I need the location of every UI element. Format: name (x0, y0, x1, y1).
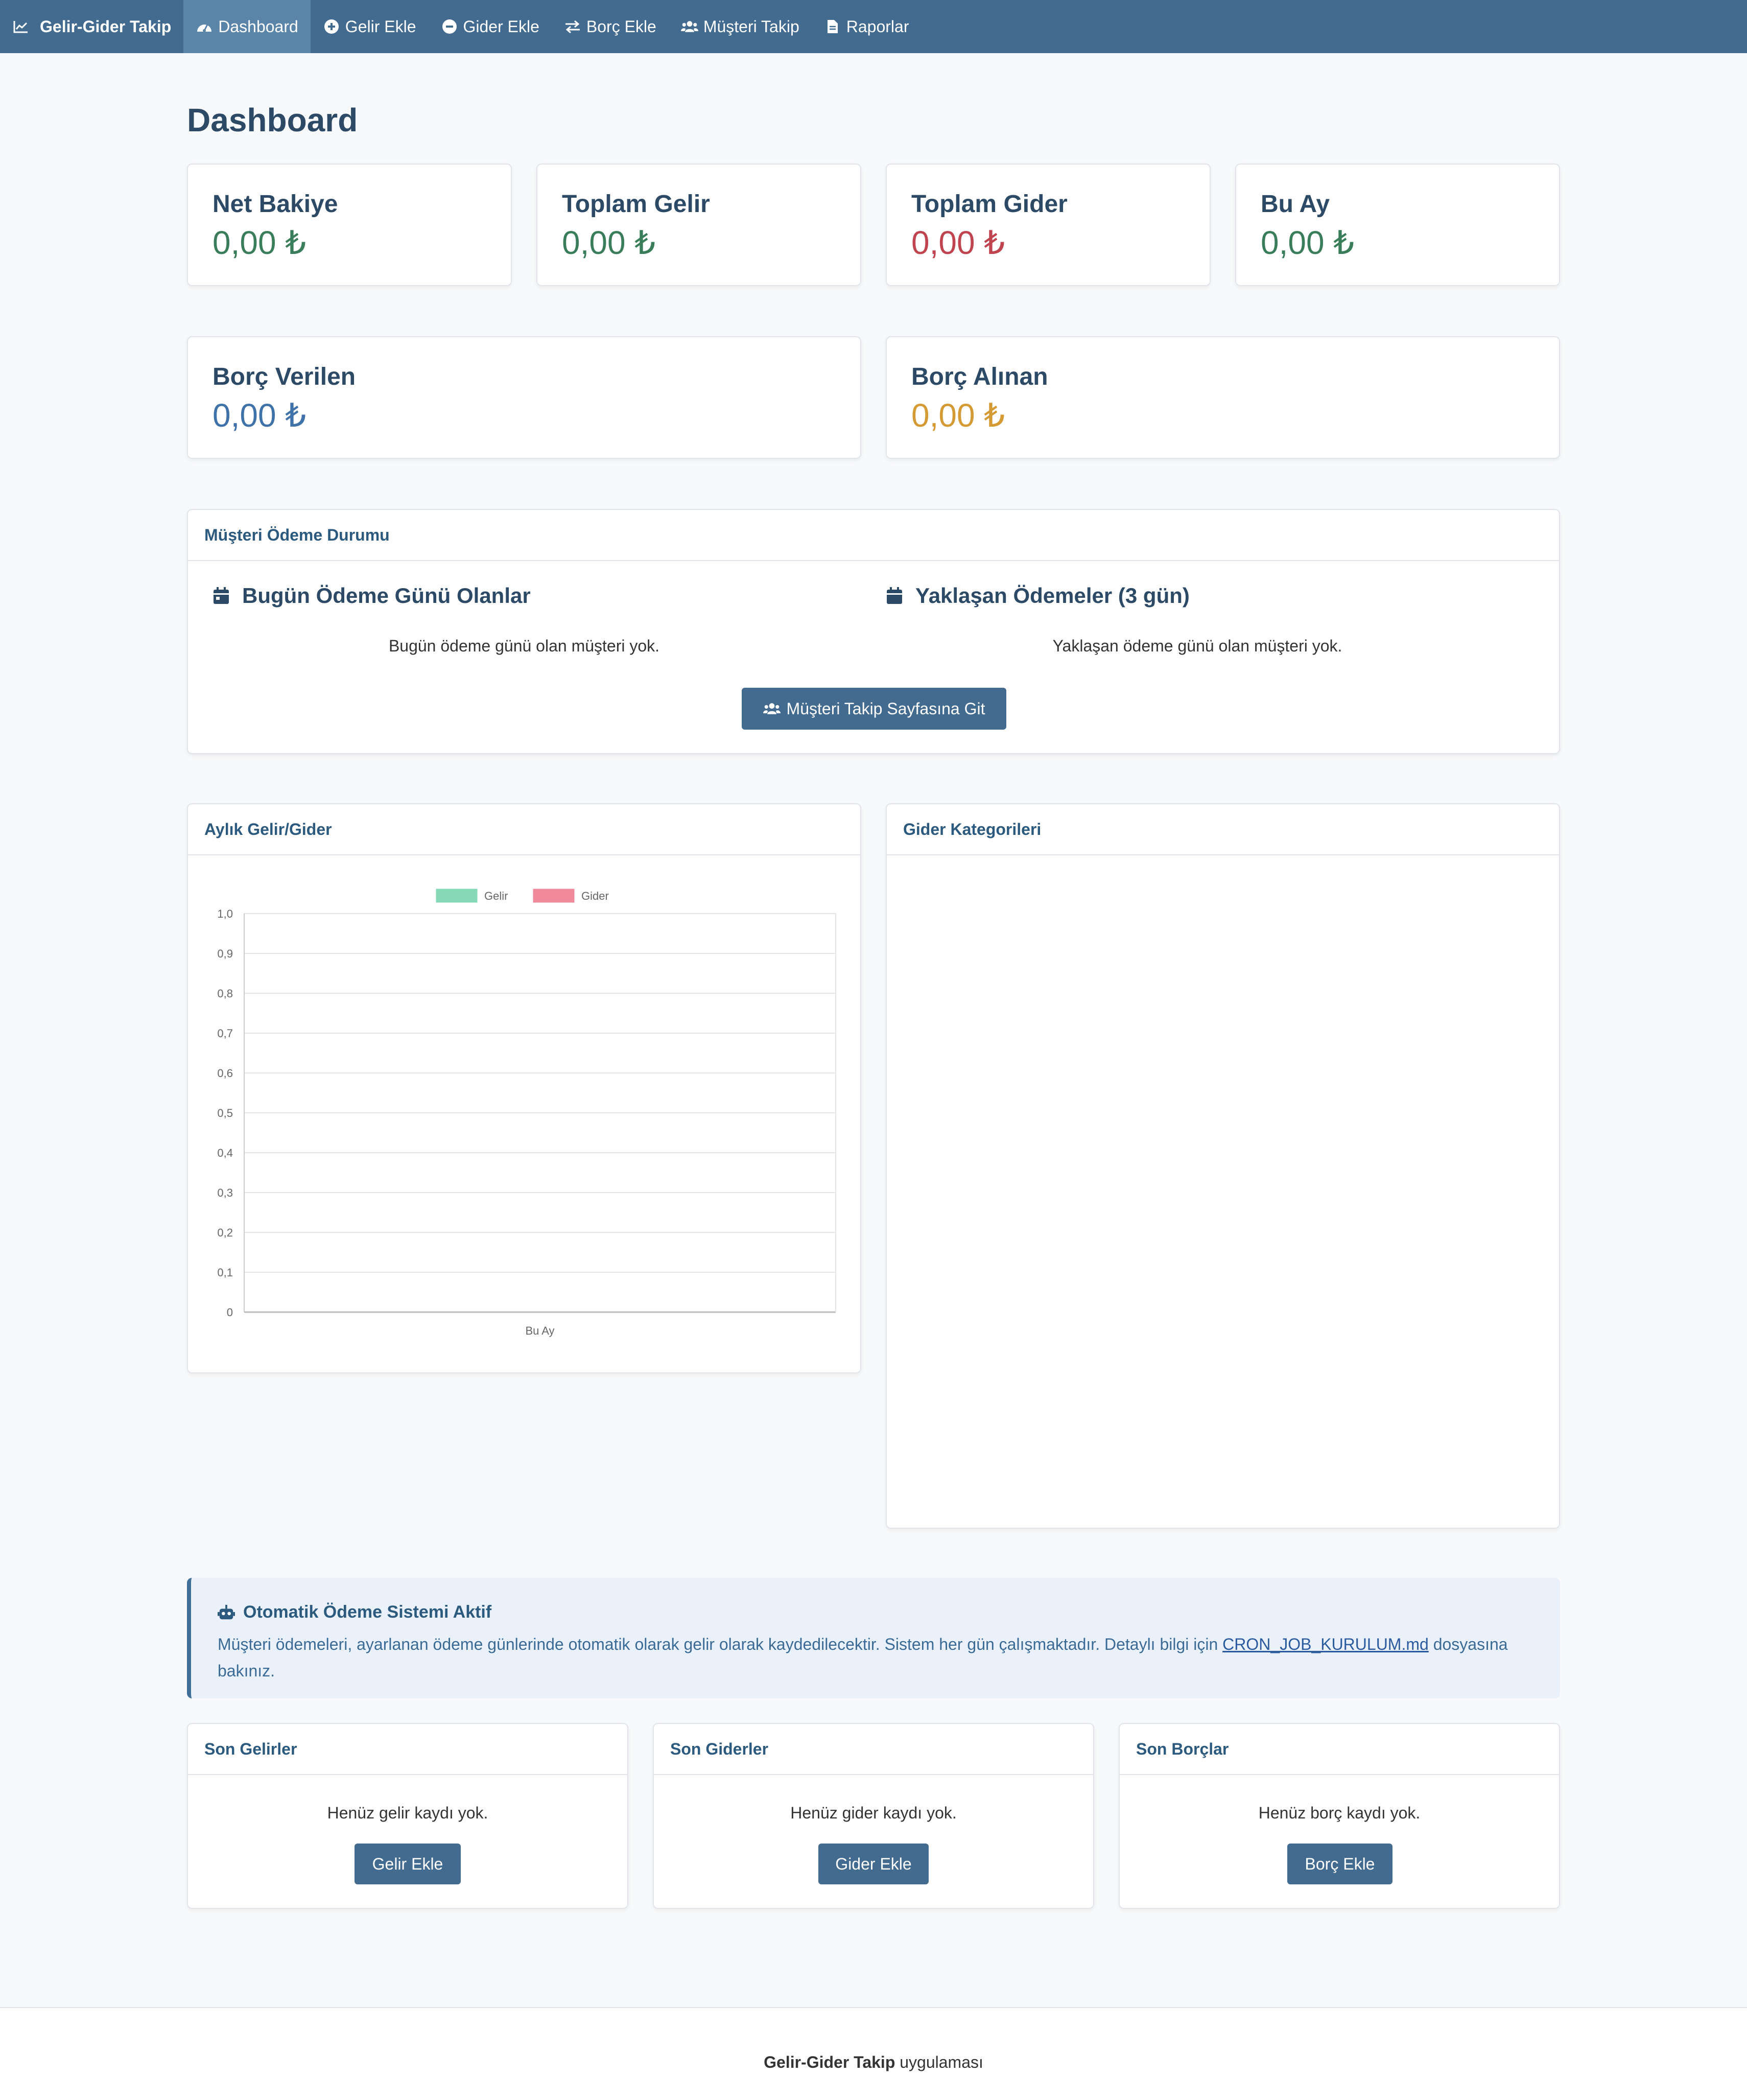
navbar: Gelir-Gider Takip Dashboard Gelir Ekle G… (0, 0, 1747, 53)
upcoming-heading-label: Yaklaşan Ödemeler (3 gün) (915, 584, 1190, 608)
nav-raporlar[interactable]: Raporlar (812, 0, 922, 53)
y-tick-label: 0,5 (217, 1107, 233, 1119)
recent-borclar-card: Son Borçlar Henüz borç kaydı yok. Borç E… (1119, 1723, 1560, 1909)
auto-payment-alert: Otomatik Ödeme Sistemi Aktif Müşteri öde… (187, 1578, 1560, 1698)
recent-borclar-empty: Henüz borç kaydı yok. (1258, 1804, 1421, 1822)
nav-raporlar-label: Raporlar (846, 17, 909, 36)
file-icon (824, 18, 841, 35)
stat-value: 0,00 ₺ (1261, 224, 1355, 261)
nav-gider-ekle[interactable]: Gider Ekle (429, 0, 552, 53)
stat-label: Toplam Gelir (562, 191, 710, 218)
recent-giderler-empty: Henüz gider kaydı yok. (790, 1804, 957, 1822)
stat-label: Toplam Gider (911, 191, 1068, 218)
alert-title: Otomatik Ödeme Sistemi Aktif (218, 1602, 491, 1622)
category-chart-card: Gider Kategorileri (886, 803, 1560, 1529)
stat-card-bu-ay: Bu Ay 0,00 ₺ (1235, 164, 1560, 286)
y-tick-label: 0,9 (217, 947, 233, 960)
stat-value: 0,00 ₺ (562, 224, 656, 261)
chart-line-icon (12, 18, 30, 35)
stat-value: 0,00 ₺ (911, 224, 1005, 261)
stat-value: 0,00 ₺ (213, 224, 306, 261)
stat-card-toplam-gider: Toplam Gider 0,00 ₺ (886, 164, 1211, 286)
stat-card-toplam-gelir: Toplam Gelir 0,00 ₺ (536, 164, 861, 286)
stat-value: 0,00 ₺ (213, 397, 306, 434)
users-icon (763, 700, 781, 717)
card-header: Müşteri Ödeme Durumu (188, 510, 1559, 561)
recent-gelirler-card: Son Gelirler Henüz gelir kaydı yok. Geli… (187, 1723, 628, 1909)
stat-card-borc-verilen: Borç Verilen 0,00 ₺ (187, 336, 861, 459)
recent-gelirler-empty: Henüz gelir kaydı yok. (327, 1804, 488, 1822)
nav-gelir-ekle[interactable]: Gelir Ekle (311, 0, 429, 53)
card-header: Aylık Gelir/Gider (188, 804, 860, 855)
nav-musteri-takip[interactable]: Müşteri Takip (669, 0, 812, 53)
upcoming-heading: Yaklaşan Ödemeler (3 gün) (886, 584, 1190, 608)
alert-text-before: Müşteri ödemeleri, ayarlanan ödeme günle… (218, 1635, 1223, 1653)
exchange-icon (564, 18, 581, 35)
footer-text: Gelir-Gider Takip uygulaması (0, 2053, 1747, 2072)
plus-circle-icon (323, 18, 340, 35)
y-tick-label: 0,1 (217, 1266, 233, 1279)
nav-dashboard[interactable]: Dashboard (183, 0, 311, 53)
stat-value: 0,00 ₺ (911, 397, 1005, 434)
page-title: Dashboard (187, 102, 358, 138)
stat-label: Bu Ay (1261, 191, 1330, 218)
y-tick-label: 0,8 (217, 987, 233, 1000)
gider-ekle-button[interactable]: Gider Ekle (818, 1844, 929, 1884)
stat-label: Net Bakiye (213, 191, 338, 218)
upcoming-empty-text: Yaklaşan ödeme günü olan müşteri yok. (1052, 637, 1342, 655)
footer-brand: Gelir-Gider Takip (764, 2053, 895, 2071)
robot-icon (218, 1604, 235, 1621)
legend-label: Gider (581, 890, 609, 902)
brand-label: Gelir-Gider Takip (40, 17, 172, 36)
y-tick-label: 1,0 (217, 907, 233, 920)
monthly-chart: 0 0,1 0,2 0,3 0,4 0,5 0,6 0,7 0,8 0,9 1,0 Bu Ay Geli… (188, 855, 860, 1366)
borc-ekle-button[interactable]: Borç Ekle (1287, 1844, 1392, 1884)
cron-job-link[interactable]: CRON_JOB_KURULUM.md (1222, 1635, 1429, 1653)
card-header: Gider Kategorileri (887, 804, 1559, 855)
stat-label: Borç Verilen (213, 363, 356, 390)
nav-dashboard-label: Dashboard (218, 17, 298, 36)
musteri-odeme-card: Müşteri Ödeme Durumu Bugün Ödeme Günü Ol… (187, 509, 1560, 754)
alert-text: Müşteri ödemeleri, ayarlanan ödeme günle… (218, 1631, 1546, 1684)
legend-swatch (436, 889, 478, 903)
today-heading-label: Bugün Ödeme Günü Olanlar (242, 584, 531, 608)
musteri-takip-button-label: Müşteri Takip Sayfasına Git (786, 699, 985, 718)
stat-label: Borç Alınan (911, 363, 1048, 390)
nav-musteri-takip-label: Müşteri Takip (703, 17, 799, 36)
recent-giderler-card: Son Giderler Henüz gider kaydı yok. Gide… (653, 1723, 1094, 1909)
alert-title-label: Otomatik Ödeme Sistemi Aktif (243, 1602, 492, 1622)
card-header: Son Borçlar (1120, 1724, 1559, 1775)
footer: Gelir-Gider Takip uygulaması (0, 2007, 1747, 2100)
nav-gider-ekle-label: Gider Ekle (463, 17, 539, 36)
y-tick-label: 0,2 (217, 1226, 233, 1239)
legend-label: Gelir (484, 890, 508, 902)
musteri-takip-button[interactable]: Müşteri Takip Sayfasına Git (742, 688, 1006, 730)
gelir-ekle-button[interactable]: Gelir Ekle (355, 1844, 461, 1884)
monthly-bar-chart: 0 0,1 0,2 0,3 0,4 0,5 0,6 0,7 0,8 0,9 1,0 Bu Ay Geli… (217, 889, 836, 1337)
stat-card-borc-alinan: Borç Alınan 0,00 ₺ (886, 336, 1560, 459)
legend-swatch (533, 889, 575, 903)
y-tick-label: 0,7 (217, 1027, 233, 1040)
users-icon (680, 18, 698, 35)
y-tick-label: 0,4 (217, 1147, 233, 1159)
today-empty-text: Bugün ödeme günü olan müşteri yok. (388, 637, 660, 655)
card-header: Son Giderler (654, 1724, 1093, 1775)
nav-borc-ekle[interactable]: Borç Ekle (552, 0, 669, 53)
today-heading: Bugün Ödeme Günü Olanlar (213, 584, 531, 608)
calendar-icon (886, 587, 903, 604)
y-tick-label: 0,3 (217, 1186, 233, 1199)
nav-gelir-ekle-label: Gelir Ekle (345, 17, 416, 36)
nav-borc-ekle-label: Borç Ekle (586, 17, 656, 36)
calendar-icon (213, 587, 230, 604)
stat-card-net-bakiye: Net Bakiye 0,00 ₺ (187, 164, 512, 286)
minus-circle-icon (441, 18, 458, 35)
x-tick-label: Bu Ay (525, 1324, 554, 1337)
monthly-chart-card: Aylık Gelir/Gider 0 0,1 0,2 0,3 0,4 0,5 0,6 0,7… (187, 803, 861, 1373)
tachometer-icon (196, 18, 213, 35)
y-tick-label: 0,6 (217, 1067, 233, 1080)
brand-link[interactable]: Gelir-Gider Takip (0, 0, 183, 53)
card-header: Son Gelirler (188, 1724, 627, 1775)
footer-suffix: uygulaması (895, 2053, 983, 2071)
y-tick-label: 0 (227, 1306, 233, 1319)
